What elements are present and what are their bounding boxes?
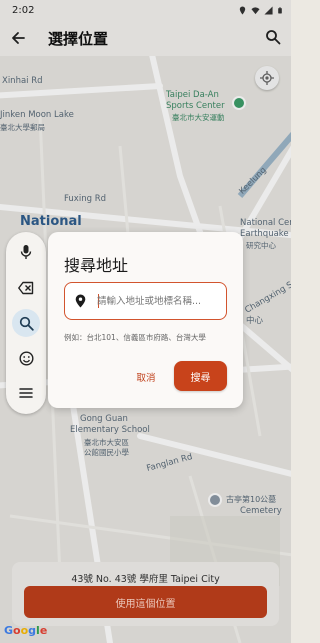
keyboard-side-toolbar bbox=[6, 232, 46, 414]
keyboard-search-button[interactable] bbox=[12, 309, 40, 337]
voice-input-button[interactable] bbox=[12, 238, 40, 266]
address-input[interactable] bbox=[97, 292, 221, 310]
backspace-icon bbox=[18, 281, 34, 295]
keyboard-menu-button[interactable] bbox=[12, 379, 40, 407]
emoji-icon bbox=[18, 350, 34, 366]
address-field[interactable] bbox=[64, 282, 227, 320]
map-pin-icon bbox=[75, 294, 86, 308]
backspace-button[interactable] bbox=[12, 274, 40, 302]
search-button[interactable]: 搜尋 bbox=[174, 361, 227, 391]
mic-icon bbox=[20, 245, 32, 259]
example-hint: 例如：台北101、信義區市府路、台灣大學 bbox=[64, 333, 206, 342]
menu-icon bbox=[19, 388, 33, 398]
dialog-title: 搜尋地址 bbox=[64, 256, 129, 275]
emoji-button[interactable] bbox=[12, 344, 40, 372]
search-address-dialog: 搜尋地址 例如：台北101、信義區市府路、台灣大學 取消 搜尋 bbox=[48, 232, 243, 408]
cancel-button[interactable]: 取消 bbox=[128, 366, 164, 388]
search-icon bbox=[19, 316, 34, 331]
